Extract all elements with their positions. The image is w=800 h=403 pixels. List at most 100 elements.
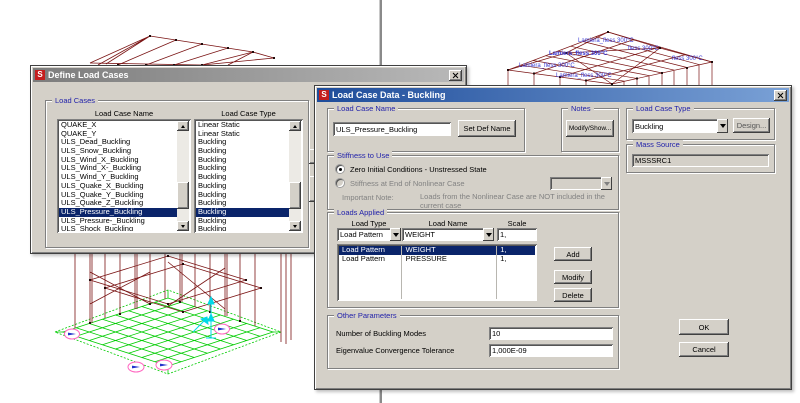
type-list-scrollbar[interactable] <box>289 121 301 231</box>
zero-initial-conditions-radio[interactable] <box>336 165 344 173</box>
load-type-select[interactable]: Load Pattern <box>337 228 401 241</box>
loads-table-cell: PRESSURE <box>403 255 498 264</box>
define-load-cases-titlebar[interactable]: S Define Load Cases <box>33 68 464 82</box>
other-parameters-group-label: Other Parameters <box>334 311 400 320</box>
delete-load-button[interactable]: Delete <box>554 288 592 302</box>
load-case-type-item[interactable]: Buckling <box>196 199 289 208</box>
loads-table[interactable]: Load PatternWEIGHT1,Load PatternPRESSURE… <box>337 244 537 301</box>
load-case-name-item[interactable]: ULS_Quake_X_Buckling <box>59 182 177 191</box>
load-case-type-item[interactable]: Buckling <box>196 191 289 200</box>
load-case-name-item[interactable]: ULS_Pressure_Buckling <box>59 208 177 217</box>
modify-load-button[interactable]: Modify <box>554 270 592 284</box>
load-case-name-item[interactable]: QUAKE_X <box>59 121 177 130</box>
load-case-type-item[interactable]: Linear Static <box>196 130 289 139</box>
load-case-type-select[interactable]: Buckling <box>632 119 728 133</box>
buckling-modes-input[interactable]: 10 <box>489 327 613 340</box>
load-case-name-group: Load Case Name ULS_Pressure_Buckling Set… <box>327 108 525 152</box>
load-case-name-listbox: QUAKE_XQUAKE_YULS_Dead_BucklingULS_Snow_… <box>57 119 191 233</box>
eigenvalue-tolerance-label: Eigenvalue Convergence Tolerance <box>336 346 454 355</box>
load-case-type-item[interactable]: Buckling <box>196 147 289 156</box>
scale-input[interactable]: 1, <box>497 228 537 241</box>
pane-divider-top[interactable] <box>379 0 382 68</box>
scale-header: Scale <box>497 219 537 228</box>
model-annotation-label: Lamiera_fless 300°C <box>578 38 634 44</box>
loads-table-body: Load PatternWEIGHT1,Load PatternPRESSURE… <box>339 246 535 263</box>
loads-table-cell: Load Pattern <box>339 246 403 255</box>
buckling-modes-label: Number of Buckling Modes <box>336 329 426 338</box>
load-name-select[interactable]: WEIGHT <box>402 228 494 241</box>
eigenvalue-tolerance-input[interactable]: 1,000E-09 <box>489 344 613 357</box>
load-case-type-item[interactable]: Buckling <box>196 225 289 231</box>
ok-button[interactable]: OK <box>679 319 729 335</box>
loads-table-cell: Load Pattern <box>339 255 403 264</box>
load-case-name-item[interactable]: ULS_Wind_X-_Buckling <box>59 164 177 173</box>
loads-table-row[interactable]: Load PatternPRESSURE1, <box>339 255 535 264</box>
load-case-name-item[interactable]: ULS_Pressure-_Buckling <box>59 217 177 226</box>
model-annotation-label: Lamiera_fless 300°C <box>549 51 607 57</box>
model-annotation-label: Lamiera_fless 300°C <box>556 73 612 79</box>
chevron-down-icon[interactable] <box>717 119 728 133</box>
load-name-header: Load Name <box>402 219 494 228</box>
load-case-type-group: Load Case Type Buckling Design... <box>626 108 775 140</box>
load-case-name-item[interactable]: ULS_Dead_Buckling <box>59 138 177 147</box>
loads-table-row[interactable]: Load PatternWEIGHT1, <box>339 246 535 255</box>
load-case-type-item[interactable]: Buckling <box>196 182 289 191</box>
load-cases-group-label: Load Cases <box>52 96 98 105</box>
scroll-thumb[interactable] <box>177 182 189 209</box>
load-case-name-header: Load Case Name <box>57 109 191 118</box>
load-case-type-list: Linear StaticLinear StaticBucklingBuckli… <box>196 121 289 231</box>
load-case-type-item[interactable]: Buckling <box>196 173 289 182</box>
loads-table-cell: 1, <box>497 246 535 255</box>
important-note-label: Important Note: <box>342 193 394 202</box>
model-annotation-label: Lamiera_fless 300°C <box>519 63 575 69</box>
load-case-type-item[interactable]: Linear Static <box>196 121 289 130</box>
load-case-type-item[interactable]: Buckling <box>196 156 289 165</box>
scroll-down-icon[interactable] <box>289 221 301 231</box>
stiffness-nonlinear-radio[interactable] <box>336 179 344 187</box>
scroll-up-icon[interactable] <box>177 121 189 131</box>
load-case-name-item[interactable]: ULS_Quake_Y_Buckling <box>59 191 177 200</box>
load-case-name-item[interactable]: ULS_Shock_Buckling <box>59 225 177 231</box>
load-case-name-input[interactable]: ULS_Pressure_Buckling <box>333 122 451 136</box>
load-case-type-group-label: Load Case Type <box>633 104 694 113</box>
app-icon: S <box>35 70 45 80</box>
scroll-thumb[interactable] <box>289 182 301 209</box>
load-case-data-dialog: S Load Case Data - Buckling Load Case Na… <box>314 85 792 390</box>
load-type-header: Load Type <box>337 219 401 228</box>
model-view-bottom-left[interactable] <box>35 254 320 400</box>
loads-applied-group: Loads Applied Load Type Load Name Scale … <box>327 212 619 308</box>
other-parameters-group: Other Parameters Number of Buckling Mode… <box>327 315 619 369</box>
load-case-type-item[interactable]: Buckling <box>196 138 289 147</box>
load-case-type-item[interactable]: Buckling <box>196 217 289 226</box>
load-case-type-listbox: Linear StaticLinear StaticBucklingBuckli… <box>194 119 303 233</box>
close-icon[interactable] <box>449 70 462 81</box>
app-icon: S <box>319 90 329 100</box>
close-icon[interactable] <box>774 90 787 101</box>
chevron-down-icon[interactable] <box>483 228 494 241</box>
pane-divider-bottom[interactable] <box>379 390 382 403</box>
scroll-up-icon[interactable] <box>289 121 301 131</box>
load-case-name-item[interactable]: ULS_Wind_X_Buckling <box>59 156 177 165</box>
load-case-name-list: QUAKE_XQUAKE_YULS_Dead_BucklingULS_Snow_… <box>59 121 177 231</box>
notes-group: Notes Modify/Show... <box>561 108 619 152</box>
load-case-name-item[interactable]: ULS_Quake_Z_Buckling <box>59 199 177 208</box>
chevron-down-icon[interactable] <box>390 228 401 241</box>
add-load-button[interactable]: Add <box>554 247 592 261</box>
zero-initial-conditions-label: Zero Initial Conditions - Unstressed Sta… <box>350 165 487 174</box>
name-list-scrollbar[interactable] <box>177 121 189 231</box>
nonlinear-case-select[interactable] <box>550 177 612 190</box>
load-case-name-item[interactable]: ULS_Snow_Buckling <box>59 147 177 156</box>
design-button[interactable]: Design... <box>733 118 770 133</box>
load-case-name-item[interactable]: ULS_Wind_Y_Buckling <box>59 173 177 182</box>
mass-source-group-label: Mass Source <box>633 140 683 149</box>
modify-show-notes-button[interactable]: Modify/Show... <box>566 120 614 137</box>
load-case-type-item[interactable]: Buckling <box>196 164 289 173</box>
set-def-name-button[interactable]: Set Def Name <box>458 120 516 137</box>
cancel-button[interactable]: Cancel <box>679 342 729 357</box>
scroll-down-icon[interactable] <box>177 221 189 231</box>
load-case-data-titlebar[interactable]: S Load Case Data - Buckling <box>317 88 789 102</box>
load-case-type-item[interactable]: Buckling <box>196 208 289 217</box>
stiffness-group: Stiffness to Use Zero Initial Conditions… <box>327 155 619 210</box>
model-view-top-left[interactable] <box>88 30 278 65</box>
load-case-name-item[interactable]: QUAKE_Y <box>59 130 177 139</box>
